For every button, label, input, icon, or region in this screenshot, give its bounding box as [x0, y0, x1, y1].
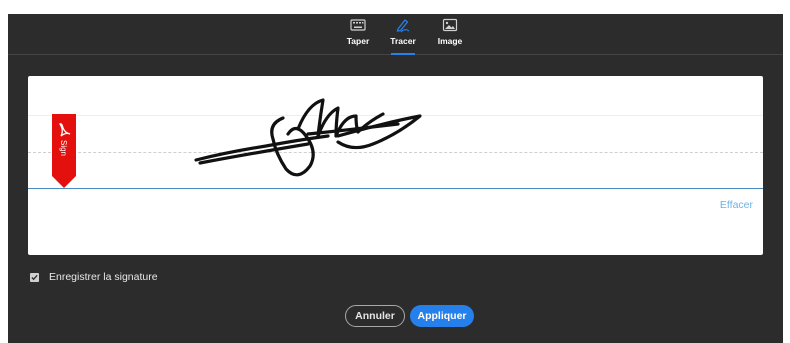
- clear-link[interactable]: Effacer: [720, 199, 753, 211]
- save-signature-label: Enregistrer la signature: [49, 271, 158, 283]
- signature-canvas[interactable]: Sign Effacer: [28, 76, 763, 255]
- signature-dialog: Taper Tracer Image Sign Effacer Enregist…: [8, 14, 783, 343]
- save-signature-checkbox[interactable]: [30, 272, 39, 282]
- cancel-button[interactable]: Annuler: [345, 305, 405, 327]
- tab-tracer[interactable]: Tracer: [381, 17, 425, 55]
- keyboard-icon: [350, 19, 366, 31]
- drawn-signature: [194, 98, 422, 177]
- save-signature-option: Enregistrer la signature: [30, 270, 158, 284]
- checkmark-icon: [31, 274, 38, 280]
- signature-baseline: [28, 188, 763, 189]
- tab-taper[interactable]: Taper: [336, 17, 380, 54]
- signature-mode-tabs: Taper Tracer Image: [8, 14, 783, 55]
- tab-label: Tracer: [390, 36, 416, 46]
- sign-ribbon-label: Sign: [59, 139, 69, 156]
- apply-button[interactable]: Appliquer: [410, 305, 474, 327]
- image-icon: [442, 18, 458, 32]
- pen-draw-icon: [396, 19, 410, 33]
- tab-label: Taper: [346, 36, 370, 46]
- tab-label: Image: [437, 36, 463, 46]
- tab-image[interactable]: Image: [428, 17, 472, 54]
